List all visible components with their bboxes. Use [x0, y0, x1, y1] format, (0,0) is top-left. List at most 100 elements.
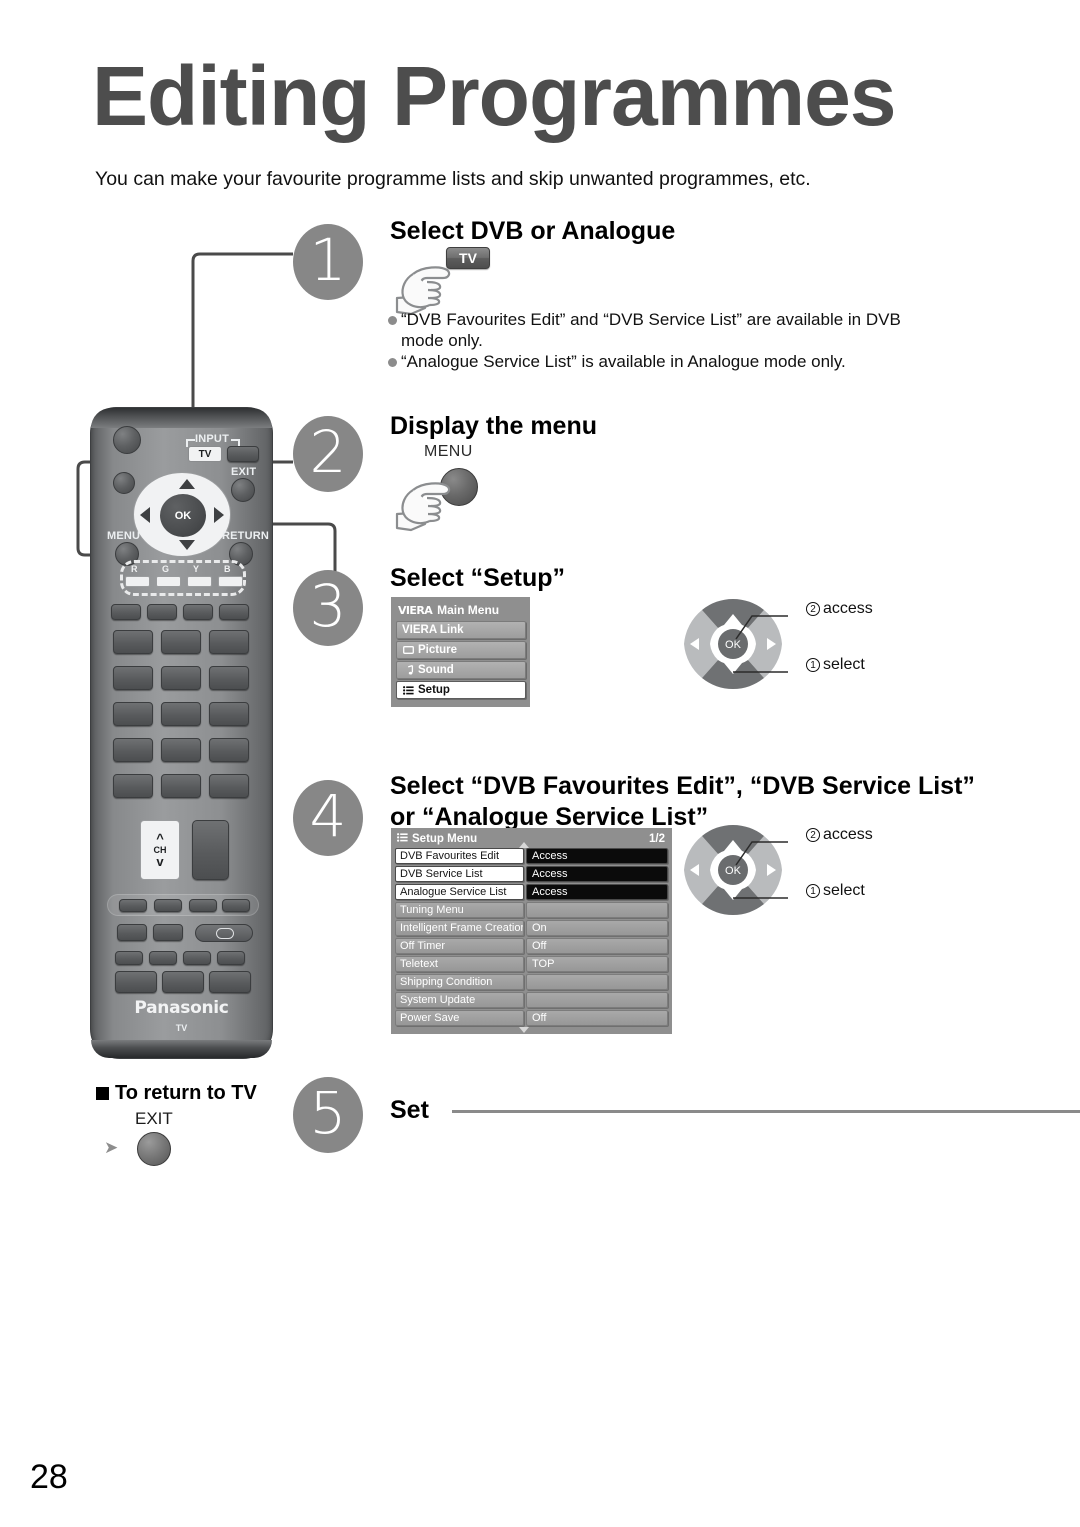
remote-numeric-key[interactable] — [209, 738, 249, 762]
power-button[interactable] — [113, 426, 141, 454]
return-label: RETURN — [222, 530, 270, 542]
dpad-up-icon[interactable] — [179, 479, 195, 489]
remote-numeric-key[interactable] — [113, 666, 153, 690]
step-5-rule — [452, 1110, 1080, 1113]
dpad-right-icon[interactable] — [214, 507, 224, 523]
viera-menu-item-sound[interactable]: Sound — [396, 661, 526, 679]
remote-small-key[interactable] — [117, 924, 147, 941]
colour-label-g: G — [162, 564, 170, 574]
note-text: “Analogue Service List” is available in … — [401, 352, 846, 372]
setup-row-dvb-service-list[interactable]: DVB Service List Access — [395, 866, 668, 882]
remote-media-key[interactable] — [154, 899, 182, 912]
remote-numeric-key[interactable] — [113, 774, 153, 798]
row-label: Intelligent Frame Creation — [395, 920, 524, 936]
remote-media-key[interactable] — [189, 899, 217, 912]
row-value — [526, 974, 668, 990]
row-label: Shipping Condition — [395, 974, 524, 990]
aspect-icon — [216, 928, 234, 939]
remote-input-button[interactable] — [227, 446, 259, 462]
remote-numeric-key[interactable] — [161, 630, 201, 654]
colour-button-yellow[interactable] — [187, 576, 212, 587]
list-icon — [397, 833, 408, 845]
menu-label: MENU — [107, 530, 141, 542]
row-label: Tuning Menu — [395, 902, 524, 918]
setup-row-system-update[interactable]: System Update — [395, 992, 668, 1008]
row-value: On — [526, 920, 668, 936]
setup-row-intelligent-frame-creation[interactable]: Intelligent Frame Creation On — [395, 920, 668, 936]
remote-small-key[interactable] — [183, 951, 211, 965]
row-label: Analogue Service List — [395, 884, 524, 900]
wheel-note-access: 2 access — [806, 826, 873, 844]
remote-small-key[interactable] — [217, 951, 245, 965]
picture-icon — [402, 646, 415, 654]
remote-brand: Panasonic — [134, 998, 229, 1018]
remote-numeric-key[interactable] — [161, 702, 201, 726]
list-icon — [402, 685, 415, 695]
remote-ok-button[interactable]: OK — [160, 494, 206, 537]
exit-key-knob[interactable] — [137, 1132, 171, 1166]
scroll-up-icon[interactable] — [519, 842, 529, 848]
viera-menu-item-picture[interactable]: Picture — [396, 641, 526, 659]
remote-function-button-2[interactable] — [147, 604, 177, 620]
remote-numeric-key[interactable] — [209, 666, 249, 690]
step-5-heading: Set — [390, 1096, 429, 1124]
setup-row-dvb-favourites-edit[interactable]: DVB Favourites Edit Access — [395, 848, 668, 864]
setup-row-shipping-condition[interactable]: Shipping Condition — [395, 974, 668, 990]
remote-numeric-key[interactable] — [161, 774, 201, 798]
remote-volume-rocker[interactable] — [192, 820, 229, 880]
step-1-notes: “DVB Favourites Edit” and “DVB Service L… — [388, 310, 908, 374]
dpad-left-icon[interactable] — [140, 507, 150, 523]
step-number-5: 5 — [293, 1077, 363, 1153]
dpad-down-icon[interactable] — [179, 540, 195, 550]
scroll-down-icon[interactable] — [519, 1027, 529, 1033]
remote-channel-rocker[interactable]: ^ CH v — [140, 820, 180, 880]
step-3-heading: Select “Setup” — [390, 564, 566, 592]
arrow-right-icon: ➤ — [104, 1138, 119, 1157]
remote-media-key[interactable] — [119, 899, 147, 912]
remote-small-key[interactable] — [115, 951, 143, 965]
remote-wide-key[interactable] — [115, 971, 157, 993]
remote-aux-button[interactable] — [113, 472, 135, 494]
colour-label-y: Y — [193, 564, 200, 574]
note-number: 1 — [806, 658, 820, 672]
remote-numeric-key[interactable] — [209, 774, 249, 798]
remote-tv-button[interactable]: TV — [188, 446, 222, 462]
remote-small-key[interactable] — [153, 924, 183, 941]
remote-small-key[interactable] — [149, 951, 177, 965]
remote-numeric-key[interactable] — [161, 738, 201, 762]
remote-numeric-key[interactable] — [209, 630, 249, 654]
colour-button-red[interactable] — [125, 576, 150, 587]
setup-row-power-save[interactable]: Power Save Off — [395, 1010, 668, 1026]
row-value: TOP — [526, 956, 668, 972]
remote-numeric-key[interactable] — [113, 630, 153, 654]
colour-label-b: B — [224, 564, 231, 574]
setup-row-off-timer[interactable]: Off Timer Off — [395, 938, 668, 954]
remote-function-button-4[interactable] — [219, 604, 249, 620]
setup-row-analogue-service-list[interactable]: Analogue Service List Access — [395, 884, 668, 900]
colour-button-blue[interactable] — [218, 576, 243, 587]
colour-button-green[interactable] — [156, 576, 181, 587]
note-item: “DVB Favourites Edit” and “DVB Service L… — [388, 310, 908, 351]
remote-aspect-key[interactable] — [195, 924, 253, 942]
remote-numeric-key[interactable] — [209, 702, 249, 726]
viera-menu-item-setup[interactable]: Setup — [396, 681, 526, 699]
bullet-icon — [388, 316, 397, 325]
dpad[interactable]: OK — [133, 472, 231, 557]
setup-row-tuning-menu[interactable]: Tuning Menu — [395, 902, 668, 918]
page-title: Editing Programmes — [92, 49, 897, 143]
viera-menu-item-viera-link[interactable]: VIERA Link — [396, 621, 526, 639]
remote-function-button-1[interactable] — [111, 604, 141, 620]
remote-numeric-key[interactable] — [161, 666, 201, 690]
note-number: 2 — [806, 602, 820, 616]
row-label: DVB Favourites Edit — [395, 848, 524, 864]
remote-numeric-key[interactable] — [113, 702, 153, 726]
note-label: select — [823, 882, 865, 899]
setup-row-teletext[interactable]: Teletext TOP — [395, 956, 668, 972]
remote-wide-key[interactable] — [162, 971, 204, 993]
remote-function-button-3[interactable] — [183, 604, 213, 620]
remote-numeric-key[interactable] — [113, 738, 153, 762]
remote-media-key[interactable] — [222, 899, 250, 912]
remote-exit-button[interactable] — [231, 478, 255, 502]
remote-wide-key[interactable] — [209, 971, 251, 993]
viera-menu-title: Main Menu — [437, 603, 500, 617]
